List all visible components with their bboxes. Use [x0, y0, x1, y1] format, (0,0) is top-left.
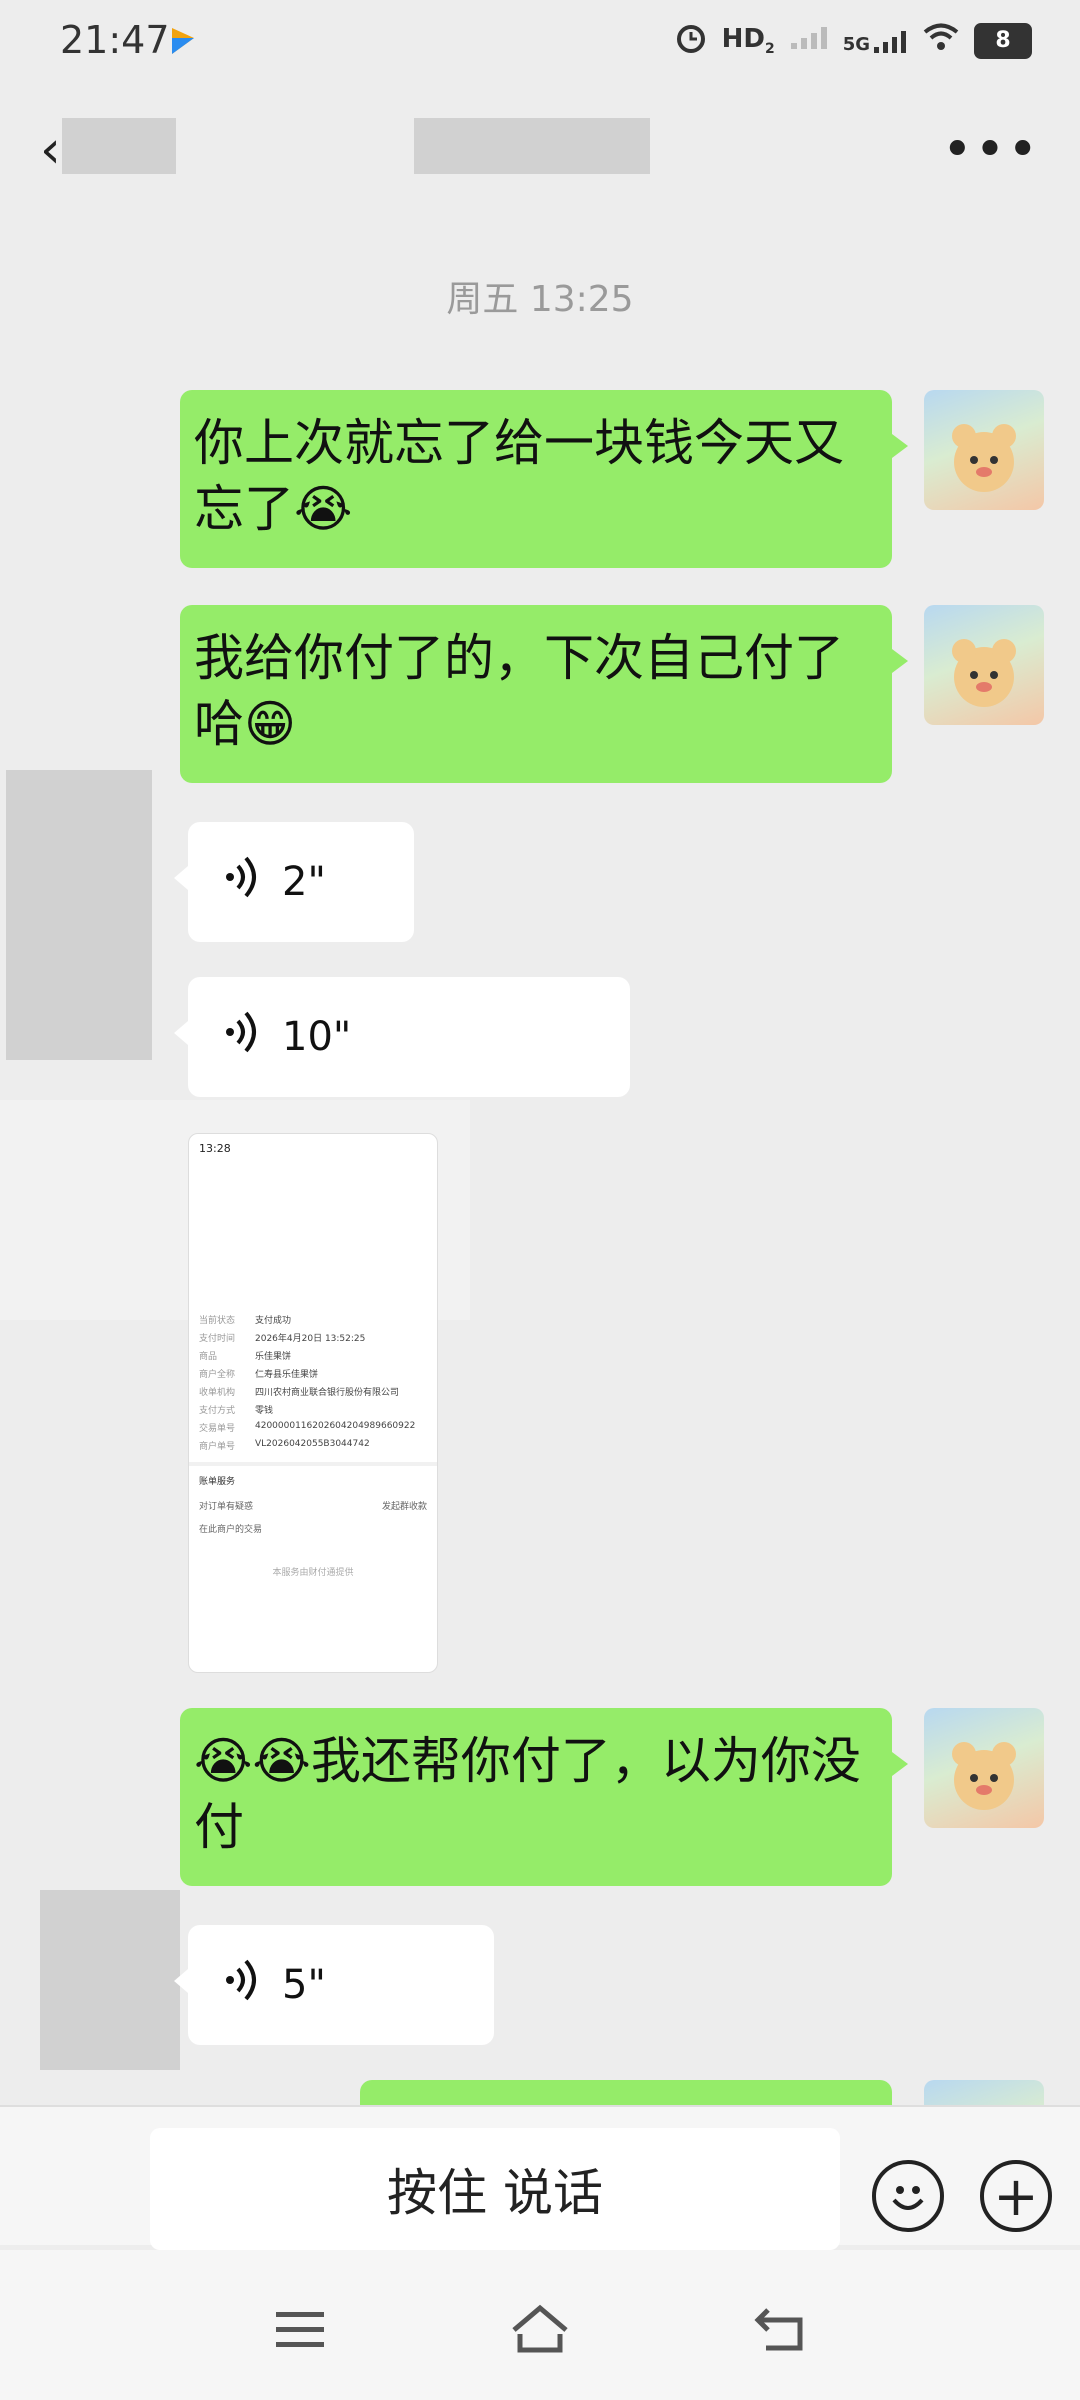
screenshot-detail-row: 商品 乐佳果饼	[199, 1349, 427, 1362]
app-notification-icon	[170, 26, 196, 56]
signal-weak-icon	[789, 23, 829, 58]
screenshot-detail-value: 四川农村商业联合银行股份有限公司	[255, 1388, 400, 1398]
voice-duration: 5"	[282, 1962, 326, 2008]
screenshot-detail-value: 乐佳果饼	[255, 1352, 292, 1362]
screenshot-detail-row: 商户全称 仁寿县乐佳果饼	[199, 1367, 427, 1380]
screenshot-detail-key: 商品	[199, 1352, 218, 1362]
my-avatar[interactable]	[924, 605, 1044, 725]
wifi-icon	[922, 22, 960, 59]
screenshot-service-title: 账单服务	[199, 1477, 236, 1487]
voice-wave-icon	[222, 854, 262, 910]
status-icons: HD2 5G 8	[674, 20, 1032, 61]
alarm-icon	[674, 20, 708, 61]
input-divider	[0, 2105, 1080, 2107]
screenshot-service-item: 对订单有疑惑	[199, 1502, 254, 1512]
screenshot-detail-value: 零钱	[255, 1406, 274, 1416]
screenshot-footer: 本服务由财付通提供	[272, 1568, 354, 1578]
message-bubble-sent[interactable]: 我给你付了的，下次自己付了哈😁	[180, 605, 908, 783]
screenshot-detail-row: 当前状态 支付成功	[199, 1313, 427, 1326]
hd-icon: HD2	[721, 23, 775, 58]
screenshot-detail-value: 支付成功	[255, 1316, 292, 1326]
my-avatar[interactable]	[924, 390, 1044, 510]
screenshot-detail-value: VL2026042055B3044742	[255, 1439, 370, 1449]
screenshot-detail-key: 商户全称	[199, 1370, 236, 1380]
message-bubble-sent[interactable]: 你上次就忘了给一块钱今天又忘了😭	[180, 390, 908, 568]
back-button[interactable]: ‹	[40, 120, 61, 180]
screenshot-detail-row: 商户单号 VL2026042055B3044742	[199, 1439, 427, 1452]
screenshot-detail-row: 交易单号 4200000116202604204989660922	[199, 1421, 427, 1434]
more-options-button[interactable]: •••	[942, 120, 1040, 180]
signal-5g-icon: 5G	[843, 27, 908, 55]
time-separator: 周五 13:25	[446, 279, 634, 320]
screenshot-detail-row: 支付方式 零钱	[199, 1403, 427, 1416]
screenshot-detail-key: 当前状态	[199, 1316, 236, 1326]
message-bubble-sent[interactable]: 😭😭我还帮你付了，以为你没付	[180, 1708, 908, 1886]
screenshot-detail-key: 支付方式	[199, 1406, 236, 1416]
screenshot-time: 13:28	[199, 1142, 231, 1155]
screenshot-detail-key: 商户单号	[199, 1442, 236, 1452]
voice-message[interactable]: 5"	[174, 1925, 494, 2045]
voice-wave-icon	[222, 1957, 262, 2013]
screenshot-service-item: 在此商户的交易	[199, 1525, 263, 1535]
screenshot-detail-value: 2026年4月20日 13:52:25	[255, 1334, 366, 1344]
voice-duration: 2"	[282, 859, 326, 905]
screenshot-detail-key: 收单机构	[199, 1388, 236, 1398]
contact-avatar-blurred	[40, 1890, 180, 2070]
menu-icon[interactable]	[276, 2310, 324, 2354]
press-to-talk-button[interactable]: 按住 说话	[150, 2128, 840, 2250]
contact-avatar-blurred	[6, 770, 152, 1060]
screenshot-detail-row: 收单机构 四川农村商业联合银行股份有限公司	[199, 1385, 427, 1398]
emoji-button[interactable]	[872, 2160, 944, 2232]
voice-duration: 10"	[282, 1014, 352, 1060]
emoji-icon	[892, 2186, 924, 2210]
voice-wave-icon	[222, 1009, 262, 1065]
voice-message[interactable]: 2"	[174, 822, 414, 942]
screenshot-detail-value: 4200000116202604204989660922	[255, 1421, 416, 1431]
chat-title-blurred	[414, 118, 650, 174]
contact-avatar-blurred	[62, 118, 176, 174]
screenshot-detail-row: 支付时间 2026年4月20日 13:52:25	[199, 1331, 427, 1344]
screenshot-service-item: 发起群收款	[381, 1502, 427, 1512]
back-nav-icon[interactable]	[754, 2306, 806, 2356]
plus-button[interactable]: +	[980, 2160, 1052, 2232]
screenshot-detail-key: 交易单号	[199, 1424, 236, 1434]
screenshot-detail-rows: 当前状态 支付成功支付时间 2026年4月20日 13:52:25 商品 乐佳果饼商户全…	[189, 1313, 437, 1452]
status-time: 21:47	[60, 18, 170, 62]
screenshot-detail-key: 支付时间	[199, 1334, 236, 1344]
screenshot-detail-value: 仁寿县乐佳果饼	[255, 1370, 319, 1380]
my-avatar[interactable]	[924, 1708, 1044, 1828]
battery-icon: 8	[974, 22, 1032, 59]
home-icon[interactable]	[510, 2304, 570, 2358]
voice-message[interactable]: 10"	[174, 977, 630, 1097]
payment-screenshot-image[interactable]: 13:28 当前状态 支付成功支付时间 2026年4月20日 13:52:25 商品 乐…	[188, 1133, 438, 1673]
